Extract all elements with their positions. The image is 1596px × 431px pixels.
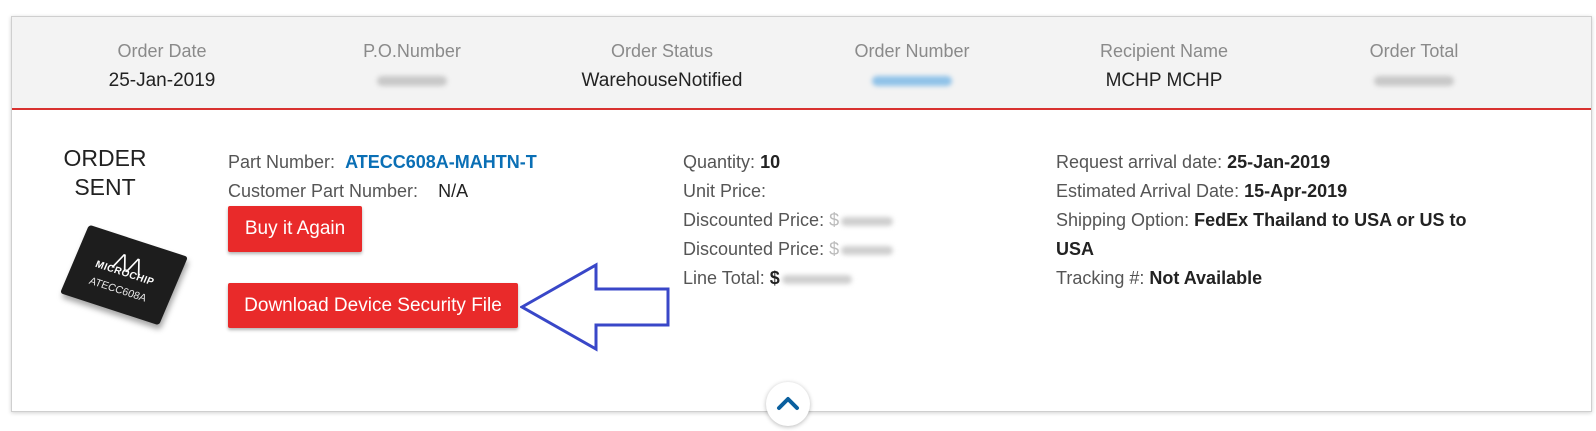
line-total-redacted — [781, 274, 852, 284]
part-number-row: Part Number: ATECC608A-MAHTN-T — [228, 150, 537, 174]
line-total-label: Line Total: — [683, 268, 765, 288]
po-number-redacted — [312, 68, 512, 94]
order-summary-header: Order Date 25-Jan-2019 P.O.Number Order … — [12, 17, 1591, 110]
quantity-row: Quantity: 10 — [683, 150, 780, 174]
order-status-badge: ORDER SENT — [40, 144, 170, 202]
unit-price-row: Unit Price: — [683, 179, 766, 203]
order-number-label: Order Number — [854, 41, 970, 61]
tracking-row: Tracking #: Not Available — [1056, 266, 1262, 290]
discounted-price-label: Discounted Price: — [683, 210, 825, 230]
line-total-row: Line Total: $ — [683, 266, 852, 290]
buy-it-again-button[interactable]: Buy it Again — [228, 206, 362, 252]
order-total-redacted — [1314, 68, 1514, 94]
discounted-price-redacted — [841, 216, 894, 226]
discounted-price-2-label: Discounted Price: — [683, 239, 825, 259]
order-number-redacted[interactable] — [812, 68, 1012, 94]
part-number-link[interactable]: ATECC608A-MAHTN-T — [345, 152, 537, 172]
collapse-toggle-button[interactable] — [766, 382, 810, 426]
chevron-up-icon — [777, 397, 799, 410]
request-arrival-value: 25-Jan-2019 — [1227, 152, 1331, 172]
recipient-name-column: Recipient Name MCHP MCHP — [1064, 39, 1264, 94]
order-status-column: Order Status WarehouseNotified — [562, 39, 762, 94]
quantity-value: 10 — [760, 152, 781, 172]
line-total-currency: $ — [769, 268, 780, 288]
shipping-option-label: Shipping Option: — [1056, 210, 1190, 230]
discounted-price-currency: $ — [829, 210, 840, 230]
recipient-name-value: MCHP MCHP — [1105, 70, 1223, 91]
shipping-option-value: FedEx Thailand to USA or US to — [1194, 210, 1467, 230]
customer-part-number-row: Customer Part Number: N/A — [228, 179, 468, 203]
left-arrow-outline-icon — [520, 262, 670, 352]
status-line-1: ORDER — [63, 145, 147, 171]
recipient-name-label: Recipient Name — [1099, 41, 1229, 61]
estimated-arrival-row: Estimated Arrival Date: 15-Apr-2019 — [1056, 179, 1347, 203]
shipping-option-row: Shipping Option: FedEx Thailand to USA o… — [1056, 208, 1466, 232]
customer-part-number-label: Customer Part Number: — [228, 181, 419, 201]
tracking-value: Not Available — [1149, 268, 1263, 288]
po-number-column: P.O.Number — [312, 39, 512, 94]
order-total-column: Order Total — [1314, 39, 1514, 94]
part-number-label: Part Number: — [228, 152, 336, 172]
customer-part-number-value: N/A — [438, 181, 469, 201]
download-device-security-file-button[interactable]: Download Device Security File — [228, 283, 518, 328]
discounted-price-row-2: Discounted Price: $ — [683, 237, 894, 261]
unit-price-label: Unit Price: — [683, 181, 767, 201]
po-number-label: P.O.Number — [363, 41, 461, 61]
order-status-label: Order Status — [610, 41, 714, 61]
estimated-arrival-label: Estimated Arrival Date: — [1056, 181, 1240, 201]
status-line-2: SENT — [74, 174, 136, 200]
discounted-price-2-redacted — [841, 245, 894, 255]
request-arrival-row: Request arrival date: 25-Jan-2019 — [1056, 150, 1330, 174]
quantity-label: Quantity: — [683, 152, 756, 172]
request-arrival-label: Request arrival date: — [1056, 152, 1223, 172]
tracking-label: Tracking #: — [1056, 268, 1145, 288]
shipping-option-value-line-2: USA — [1056, 239, 1095, 259]
order-number-column: Order Number — [812, 39, 1012, 94]
order-date-value: 25-Jan-2019 — [108, 70, 216, 91]
order-date-column: Order Date 25-Jan-2019 — [62, 39, 262, 94]
order-status-value: WarehouseNotified — [581, 70, 743, 91]
estimated-arrival-value: 15-Apr-2019 — [1244, 181, 1348, 201]
discounted-price-2-currency: $ — [829, 239, 840, 259]
shipping-option-row-2: USA — [1056, 237, 1094, 261]
order-date-label: Order Date — [117, 41, 207, 61]
discounted-price-row: Discounted Price: $ — [683, 208, 894, 232]
order-total-label: Order Total — [1369, 41, 1459, 61]
